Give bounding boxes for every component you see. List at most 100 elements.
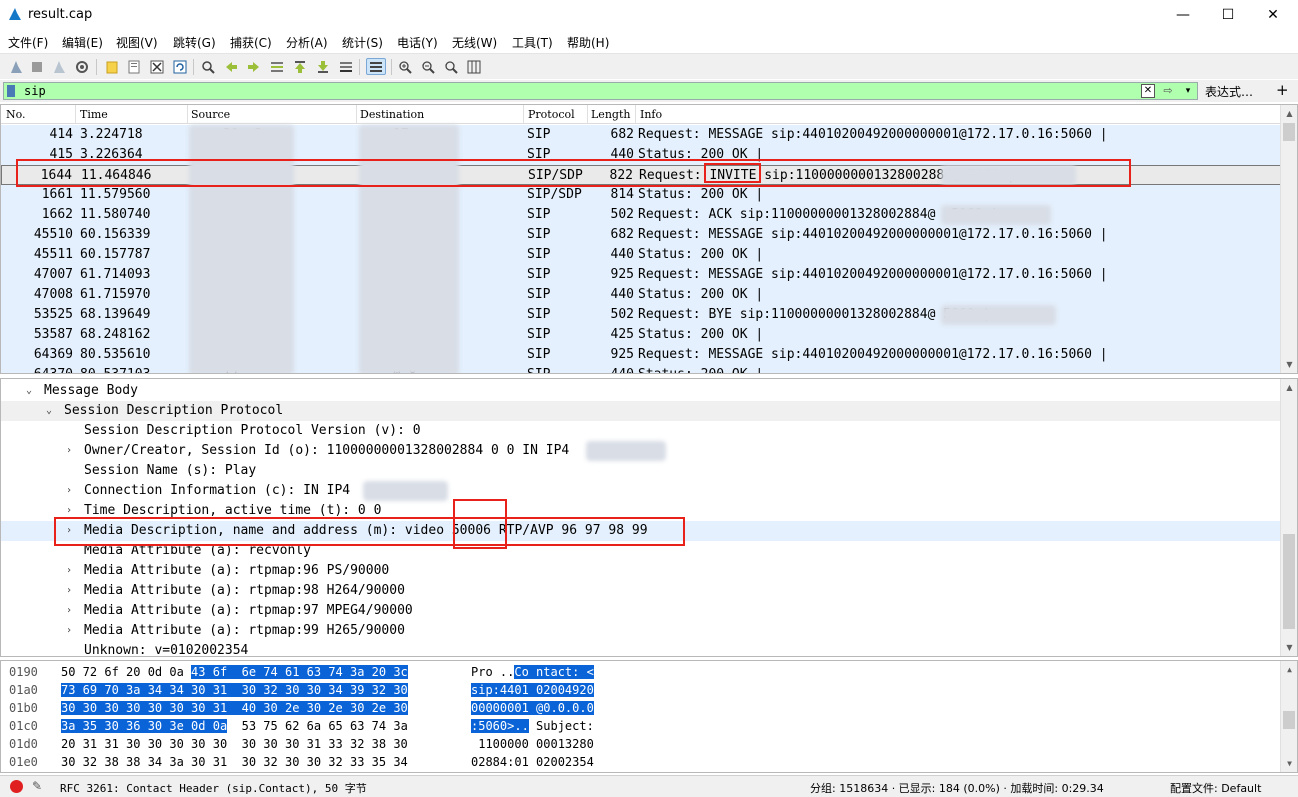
chevron-right-icon[interactable]: › [66,601,72,621]
expression-button[interactable]: 表达式… [1205,83,1253,100]
column-no[interactable]: No. [6,108,26,121]
go-forward-icon[interactable] [245,58,262,75]
detail-tree-item[interactable]: ⌄ Session Description Protocol [1,401,1281,421]
details-scrollbar[interactable]: ▲ ▼ [1280,379,1297,656]
zoom-in-icon[interactable] [396,58,413,75]
scrollbar-thumb[interactable] [1283,711,1295,729]
expert-info-error-icon[interactable] [10,780,23,793]
chevron-right-icon[interactable]: › [66,481,72,501]
auto-scroll-icon[interactable] [337,58,354,75]
filter-history-chevron-down-icon[interactable]: ▾ [1182,84,1194,98]
column-source[interactable]: Source [191,108,230,121]
menu-wireless[interactable]: 无线(W) [452,34,497,51]
detail-tree-item[interactable]: Session Name (s): Play [1,461,1281,481]
detail-tree-item[interactable]: › Time Description, active time (t): 0 0 [1,501,1281,521]
scroll-down-icon[interactable]: ▼ [1281,755,1297,772]
detail-tree-item[interactable]: › Media Attribute (a): rtpmap:99 H265/900… [1,621,1281,641]
chevron-right-icon[interactable]: › [66,441,72,461]
resize-columns-icon[interactable] [465,58,482,75]
menu-telephony[interactable]: 电话(Y) [397,34,438,51]
column-info[interactable]: Info [640,108,662,121]
ascii-bytes[interactable]: sip:4401 02004920 [471,681,594,699]
ascii-bytes[interactable]: 00000001 @0.0.0.0 [471,699,594,717]
chevron-right-icon[interactable]: › [66,501,72,521]
redacted-ack-host [941,205,1051,225]
minimize-button[interactable]: — [1160,0,1206,30]
edit-comment-icon[interactable]: ✎ [32,779,42,793]
open-file-icon[interactable] [103,58,120,75]
colorize-icon[interactable] [366,58,386,75]
detail-tree-item[interactable]: Session Description Protocol Version (v)… [1,421,1281,441]
detail-tree-item[interactable]: › Media Attribute (a): rtpmap:96 PS/90000 [1,561,1281,581]
hex-bytes[interactable]: 30 30 30 30 30 30 30 31 40 30 2e 30 2e 3… [61,699,408,717]
chevron-right-icon[interactable]: › [66,621,72,641]
menu-capture[interactable]: 捕获(C) [230,34,272,51]
stop-capture-icon[interactable] [28,58,45,75]
close-button[interactable]: ✕ [1250,0,1296,30]
scrollbar-thumb[interactable] [1283,123,1295,141]
column-time[interactable]: Time [80,108,108,121]
restart-capture-icon[interactable] [50,58,67,75]
close-file-icon[interactable] [148,58,165,75]
detail-tree-item[interactable]: › Media Attribute (a): rtpmap:98 H264/900… [1,581,1281,601]
reload-file-icon[interactable] [171,58,188,75]
go-back-icon[interactable] [222,58,239,75]
detail-tree-item[interactable]: Unknown: v=0102002354 [1,641,1281,656]
scroll-down-icon[interactable]: ▼ [1281,356,1297,373]
detail-tree-item[interactable]: ⌄ Message Body [1,381,1281,401]
hex-bytes[interactable]: 3a 35 30 36 30 3e 0d 0a 53 75 62 6a 65 6… [61,717,408,735]
menu-go[interactable]: 跳转(G) [173,34,216,51]
menu-tools[interactable]: 工具(T) [512,34,553,51]
menu-file[interactable]: 文件(F) [8,34,48,51]
detail-tree-item[interactable]: › Media Description, name and address (m)… [1,521,1281,541]
column-destination[interactable]: Destination [360,108,424,121]
hex-bytes[interactable]: 73 69 70 3a 34 34 30 31 30 32 30 30 34 3… [61,681,408,699]
zoom-reset-icon[interactable] [442,58,459,75]
clear-filter-icon[interactable]: ✕ [1141,84,1155,98]
chevron-right-icon[interactable]: › [66,581,72,601]
start-capture-icon[interactable] [7,58,24,75]
last-packet-icon[interactable] [314,58,331,75]
chevron-right-icon[interactable]: › [66,521,72,541]
chevron-down-icon[interactable]: ⌄ [26,381,32,401]
scroll-up-icon[interactable]: ▲ [1281,661,1297,678]
ascii-bytes[interactable]: Pro ..Co ntact: < [471,663,594,681]
column-length[interactable]: Length [591,108,630,121]
zoom-out-icon[interactable] [419,58,436,75]
menu-analyze[interactable]: 分析(A) [286,34,328,51]
chevron-down-icon[interactable]: ⌄ [46,401,52,421]
scroll-up-icon[interactable]: ▲ [1281,105,1297,122]
maximize-button[interactable]: ☐ [1205,0,1251,30]
profile-selector[interactable]: 配置文件: Default [1170,780,1261,796]
menu-edit[interactable]: 编辑(E) [62,34,103,51]
save-file-icon[interactable] [125,58,142,75]
ascii-bytes[interactable]: 1100000 00013280 [471,735,594,753]
add-filter-button[interactable]: + [1276,81,1289,99]
ascii-bytes[interactable]: :5060>.. Subject: [471,717,594,735]
menu-statistics[interactable]: 统计(S) [342,34,383,51]
apply-filter-icon[interactable]: ⇨ [1157,84,1179,98]
bytes-scrollbar[interactable]: ▲ ▼ [1280,661,1297,772]
scroll-up-icon[interactable]: ▲ [1281,379,1297,396]
scrollbar-thumb[interactable] [1283,534,1295,629]
display-filter-input[interactable]: sip ✕ ⇨ ▾ [3,82,1198,100]
hex-bytes[interactable]: 30 32 38 38 34 3a 30 31 30 32 30 30 32 3… [61,753,408,771]
first-packet-icon[interactable] [291,58,308,75]
chevron-right-icon[interactable]: › [66,561,72,581]
hex-bytes[interactable]: 20 31 31 30 30 30 30 30 30 30 30 31 33 3… [61,735,408,753]
menu-help[interactable]: 帮助(H) [567,34,609,51]
detail-tree-item[interactable]: Media Attribute (a): recvonly [1,541,1281,561]
find-packet-icon[interactable] [199,58,216,75]
ascii-bytes[interactable]: 02884:01 02002354 [471,753,594,771]
filter-text[interactable]: sip [24,84,46,98]
column-protocol[interactable]: Protocol [528,108,575,121]
bookmark-icon[interactable] [7,85,15,97]
scroll-down-icon[interactable]: ▼ [1281,639,1297,656]
hex-bytes[interactable]: 50 72 6f 20 0d 0a 43 6f 6e 74 61 63 74 3… [61,663,408,681]
capture-options-icon[interactable] [73,58,90,75]
detail-tree-item[interactable]: › Media Attribute (a): rtpmap:97 MPEG4/90… [1,601,1281,621]
go-to-packet-icon[interactable] [268,58,285,75]
menu-view[interactable]: 视图(V) [116,34,158,51]
detail-tree-item[interactable]: › Connection Information (c): IN IP4 [1,481,1281,501]
packet-list-scrollbar[interactable]: ▲ ▼ [1280,105,1297,373]
